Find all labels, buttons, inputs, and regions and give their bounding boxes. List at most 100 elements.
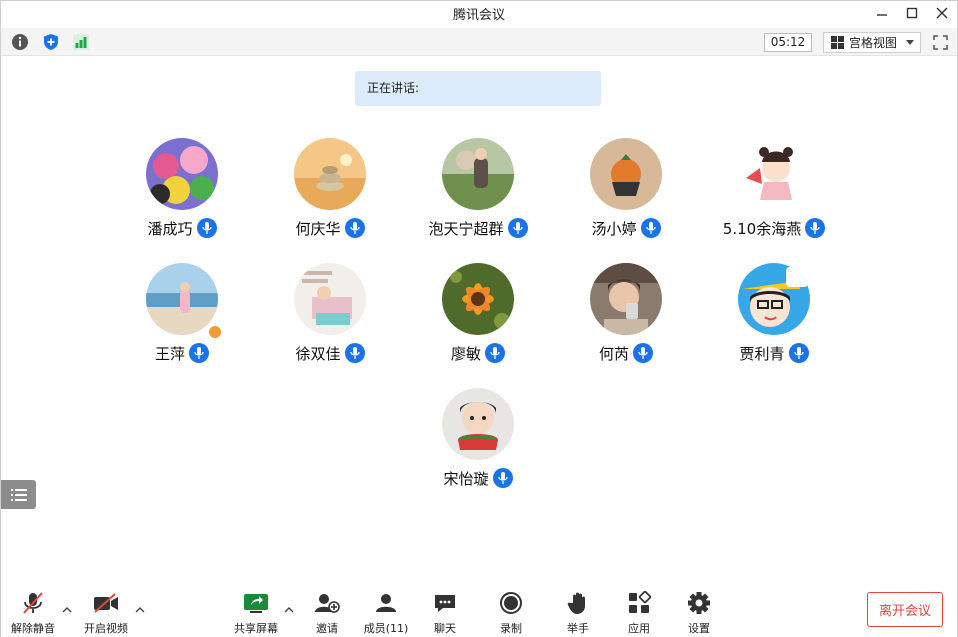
mic-icon <box>633 343 653 363</box>
chat-icon <box>435 595 455 612</box>
apps-icon <box>629 591 651 613</box>
participant-name: 徐双佳 <box>295 344 341 363</box>
mic-icon <box>196 218 217 238</box>
video-off-icon <box>94 593 118 613</box>
chat-button[interactable]: 聊天 <box>415 590 475 636</box>
invite-label: 邀请 <box>316 622 338 635</box>
signal-icon[interactable] <box>72 33 90 51</box>
apps-button[interactable]: 应用 <box>609 590 669 636</box>
avatar <box>294 263 366 335</box>
audio-options-chevron[interactable] <box>62 604 72 614</box>
participant-name: 何庆华 <box>295 219 341 238</box>
unmute-button[interactable]: 解除静音 <box>3 590 63 636</box>
avatar <box>294 138 366 210</box>
video-label: 开启视频 <box>84 622 128 635</box>
participant-tile[interactable]: 汤小婷 <box>546 138 706 248</box>
mic-icon <box>507 218 528 238</box>
participant-name: 潘成巧 <box>147 219 193 238</box>
participant-tile[interactable]: 廖敏 <box>398 263 558 373</box>
participant-tile[interactable]: 贾利青 <box>694 263 854 373</box>
members-label: 成员(11) <box>363 622 409 635</box>
participant-name: 何芮 <box>598 344 629 363</box>
participant-name: 5.10余海燕 <box>722 219 802 238</box>
mic-icon <box>485 343 505 363</box>
meeting-timer: 05:12 <box>764 33 812 52</box>
mic-icon <box>805 218 826 238</box>
participant-tile[interactable]: 潘成巧 <box>102 138 262 248</box>
participant-name: 宋怡璇 <box>443 469 489 488</box>
participant-tile[interactable]: 宋怡璇 <box>398 388 558 498</box>
host-badge-icon <box>208 325 222 339</box>
avatar <box>442 138 514 210</box>
participant-name: 王萍 <box>154 344 185 363</box>
shield-icon[interactable] <box>42 33 60 51</box>
avatar <box>442 263 514 335</box>
share-options-chevron[interactable] <box>284 604 294 614</box>
leave-meeting-button[interactable]: 离开会议 <box>867 592 943 627</box>
settings-label: 设置 <box>688 622 710 635</box>
view-mode-dropdown[interactable]: 宫格视图 <box>823 32 921 53</box>
video-options-chevron[interactable] <box>135 604 145 614</box>
invite-button[interactable]: 邀请 <box>297 590 357 636</box>
avatar <box>590 138 662 210</box>
minimize-button[interactable] <box>867 1 897 25</box>
members-icon <box>376 594 396 612</box>
avatar <box>442 388 514 460</box>
mic-icon <box>640 218 661 238</box>
avatar <box>590 263 662 335</box>
grid-icon <box>831 36 844 49</box>
start-video-button[interactable]: 开启视频 <box>76 590 136 636</box>
share-screen-button[interactable]: 共享屏幕 <box>226 590 286 636</box>
participant-tile[interactable]: 5.10余海燕 <box>694 138 854 248</box>
mic-muted-icon <box>23 592 43 614</box>
mic-icon <box>492 468 513 488</box>
info-icon[interactable] <box>11 33 29 51</box>
chevron-down-icon <box>906 40 915 45</box>
fullscreen-button[interactable] <box>931 33 950 52</box>
record-icon <box>500 592 522 614</box>
close-button[interactable] <box>927 1 957 25</box>
record-button[interactable]: 录制 <box>481 590 541 636</box>
title-bar: 腾讯会议 <box>1 1 957 27</box>
participant-tile[interactable]: 徐双佳 <box>250 263 410 373</box>
raise-hand-button[interactable]: 举手 <box>548 590 608 636</box>
participant-tile[interactable]: 泡天宁超群 <box>398 138 558 248</box>
view-mode-label: 宫格视图 <box>849 36 898 50</box>
members-button[interactable]: 成员(11) <box>356 590 416 636</box>
participant-name: 廖敏 <box>450 344 481 363</box>
avatar <box>146 138 218 210</box>
bottom-toolbar: 解除静音 开启视频 共享屏幕 邀请 成员(11) 聊天 录制 举手 应用 设置 … <box>1 584 957 637</box>
speaking-indicator: 正在讲话: <box>355 71 601 106</box>
list-icon <box>10 488 27 501</box>
meeting-window: 腾讯会议 05:12 宫格视图 正在讲话: 潘成巧 何庆华 泡天宁超群 汤小婷 … <box>0 0 958 637</box>
mic-icon <box>788 343 809 363</box>
share-label: 共享屏幕 <box>234 622 278 635</box>
avatar <box>738 263 810 335</box>
apps-label: 应用 <box>628 622 650 635</box>
unmute-label: 解除静音 <box>11 622 55 635</box>
record-label: 录制 <box>500 622 522 635</box>
share-screen-icon <box>244 594 268 613</box>
mic-icon <box>344 218 365 238</box>
avatar <box>738 138 810 210</box>
participant-tile[interactable]: 王萍 <box>102 263 262 373</box>
participant-name: 泡天宁超群 <box>428 219 504 238</box>
raise-hand-label: 举手 <box>567 622 589 635</box>
mic-icon <box>344 343 365 363</box>
fullscreen-icon <box>933 35 948 50</box>
top-toolbar: 05:12 宫格视图 <box>1 28 957 56</box>
gear-icon <box>688 592 710 614</box>
chat-label: 聊天 <box>434 622 456 635</box>
settings-button[interactable]: 设置 <box>669 590 729 636</box>
participant-name: 贾利青 <box>739 344 785 363</box>
participant-name: 汤小婷 <box>591 219 637 238</box>
maximize-button[interactable] <box>897 1 927 25</box>
hand-icon <box>567 592 585 614</box>
window-title: 腾讯会议 <box>452 8 505 23</box>
participant-tile[interactable]: 何庆华 <box>250 138 410 248</box>
participant-list-toggle[interactable] <box>1 480 36 509</box>
mic-icon <box>189 343 209 363</box>
add-user-icon <box>315 594 340 613</box>
participant-tile[interactable]: 何芮 <box>546 263 706 373</box>
avatar <box>146 263 218 335</box>
